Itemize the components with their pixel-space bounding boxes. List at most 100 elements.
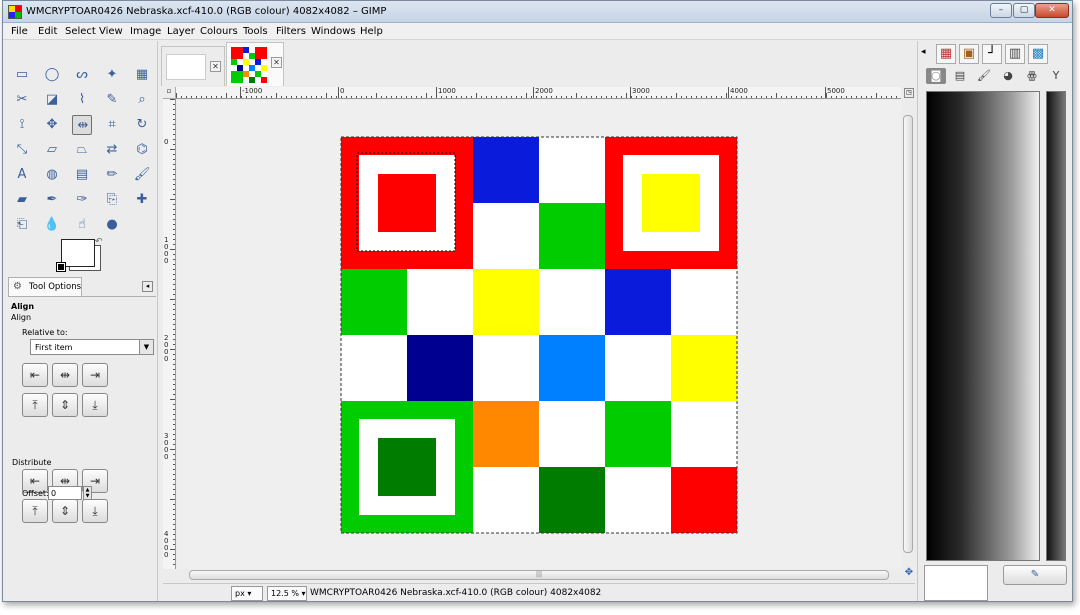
brush-subtab-icon[interactable]: 🖌: [974, 68, 994, 84]
paths-tool[interactable]: ⌇: [72, 90, 92, 110]
menu-filters[interactable]: Filters: [276, 26, 306, 37]
close-icon[interactable]: ✕: [210, 61, 221, 72]
zoom-toggle-icon[interactable]: ◳: [904, 88, 914, 98]
layers-subtab-icon[interactable]: ◙: [926, 68, 946, 84]
menu-layer[interactable]: Layer: [167, 26, 195, 37]
close-icon[interactable]: ✕: [271, 57, 282, 68]
align-top-edge-icon[interactable]: ⤒: [22, 393, 48, 417]
minimize-button[interactable]: –: [990, 3, 1012, 18]
offset-stepper[interactable]: ▲ ▼: [83, 486, 92, 500]
ellipse-select-tool[interactable]: ◯: [42, 65, 62, 85]
menu-image[interactable]: Image: [130, 26, 161, 37]
gradients-tab-icon[interactable]: ▥: [1005, 44, 1025, 64]
rotate-tool[interactable]: ↻: [132, 115, 152, 135]
free-select-tool[interactable]: ᔕ: [72, 65, 92, 85]
color-picker-tool[interactable]: ✎: [102, 90, 122, 110]
flip-tool[interactable]: ⇄: [102, 140, 122, 160]
menu-edit[interactable]: Edit: [38, 26, 57, 37]
zoom-tool[interactable]: ⌕: [132, 90, 152, 110]
unit-dropdown[interactable]: px ▾: [231, 586, 263, 601]
align-right-edge-icon[interactable]: ⇥: [82, 363, 108, 387]
smudge-tool[interactable]: ☝: [72, 215, 92, 235]
maximize-button[interactable]: ▢: [1013, 3, 1035, 18]
distribute-bottom-edges-icon[interactable]: ⤓: [82, 499, 108, 523]
close-button[interactable]: ✕: [1035, 3, 1069, 18]
relative-to-dropdown[interactable]: First item ▼: [30, 339, 154, 355]
blend-tool[interactable]: ▤: [72, 165, 92, 185]
cage-transform-tool[interactable]: ⌬: [132, 140, 152, 160]
align-left-edge-icon[interactable]: ⇤: [22, 363, 48, 387]
align-tool[interactable]: ⇹: [72, 115, 92, 135]
scissors-select-tool[interactable]: ✂: [12, 90, 32, 110]
menu-help[interactable]: Help: [360, 26, 383, 37]
distribute-top-edges-icon[interactable]: ⤒: [22, 499, 48, 523]
dodge-burn-tool[interactable]: ●: [102, 215, 122, 235]
crop-tool[interactable]: ⌗: [102, 115, 122, 135]
channels-subtab-icon[interactable]: ▤: [950, 68, 970, 84]
menu-colours[interactable]: Colours: [200, 26, 238, 37]
dock-edit-button[interactable]: ✎: [1003, 565, 1067, 585]
horizontal-ruler[interactable]: -1000 0 1000 2000 3000 4000 5000: [176, 87, 901, 99]
image-artwork[interactable]: [177, 100, 901, 569]
fuzzy-select-tool[interactable]: ✦: [102, 65, 122, 85]
scale-tool[interactable]: ⤡: [12, 140, 32, 160]
color-subtab-icon[interactable]: ◕: [998, 68, 1018, 84]
horizontal-scrollbar[interactable]: |||: [189, 570, 889, 580]
offset-field[interactable]: 0: [48, 486, 82, 500]
chevron-down-icon[interactable]: ▼: [139, 340, 153, 354]
blur-sharpen-tool[interactable]: 💧: [42, 215, 62, 235]
airbrush-tool[interactable]: ✒: [42, 190, 62, 210]
menu-view[interactable]: View: [99, 26, 123, 37]
paths-tab-icon[interactable]: ┘: [982, 44, 1002, 64]
vertical-ruler[interactable]: 0 1000 2000 3000 4000: [163, 99, 176, 569]
move-tool[interactable]: ✥: [42, 115, 62, 135]
foreground-select-tool[interactable]: ◪: [42, 90, 62, 110]
text-tool[interactable]: A: [12, 165, 32, 185]
bucket-fill-tool[interactable]: ◍: [42, 165, 62, 185]
patterns-tab-icon[interactable]: ▦: [936, 44, 956, 64]
navigate-icon[interactable]: ✥: [903, 567, 915, 579]
quick-mask-toggle[interactable]: ▫: [163, 87, 176, 99]
perspective-clone-tool[interactable]: ⎗: [12, 215, 32, 235]
menu-file[interactable]: File: [11, 26, 28, 37]
image-canvas[interactable]: [177, 100, 901, 569]
align-bottom-edge-icon[interactable]: ⤓: [82, 393, 108, 417]
menu-tools[interactable]: Tools: [243, 26, 268, 37]
eraser-tool[interactable]: ▰: [12, 190, 32, 210]
image-tab-nebraska[interactable]: ✕: [226, 42, 284, 86]
fonts-subtab-icon[interactable]: ꙮ: [1022, 68, 1042, 84]
dock-menu-button[interactable]: ◂: [142, 281, 153, 292]
tab-tool-options[interactable]: ⚙ Tool Options: [8, 277, 82, 296]
shear-tool[interactable]: ▱: [42, 140, 62, 160]
ink-tool[interactable]: ✑: [72, 190, 92, 210]
menu-select[interactable]: Select: [65, 26, 96, 37]
swap-colors-icon[interactable]: ↶: [95, 237, 103, 247]
distribute-centers-vertical-icon[interactable]: ⇕: [52, 499, 78, 523]
vertical-scrollbar[interactable]: [903, 115, 913, 553]
horizontal-scroll-thumb[interactable]: |||: [189, 570, 889, 580]
vertical-scroll-thumb[interactable]: [903, 115, 913, 553]
align-middle-horizontal-icon[interactable]: ⇕: [52, 393, 78, 417]
gradient-list[interactable]: [1046, 91, 1066, 561]
select-by-color-tool[interactable]: ▦: [132, 65, 152, 85]
gradient-preview[interactable]: [926, 91, 1040, 561]
clone-tool[interactable]: ⎘: [102, 190, 122, 210]
align-center-vertical-icon[interactable]: ⇹: [52, 363, 78, 387]
dock-scroll-left-icon[interactable]: ◂: [921, 47, 926, 57]
zoom-dropdown[interactable]: 12.5 % ▾: [267, 586, 307, 601]
perspective-tool[interactable]: ⏢: [72, 140, 92, 160]
dodge-burn-icon: ●: [106, 217, 118, 232]
paintbrush-tool[interactable]: 🖌: [132, 165, 152, 185]
brushes-tab-icon[interactable]: ▣: [959, 44, 979, 64]
rect-select-tool[interactable]: ▭: [12, 65, 32, 85]
pencil-tool[interactable]: ✏: [102, 165, 122, 185]
heal-tool[interactable]: ✚: [132, 190, 152, 210]
measure-tool[interactable]: ⟟: [12, 115, 32, 135]
image-tab-blank[interactable]: ✕: [161, 46, 225, 86]
move-icon: ✥: [46, 117, 58, 132]
foreground-color-swatch[interactable]: [61, 239, 95, 267]
default-colors-icon[interactable]: [56, 262, 66, 272]
history-subtab-icon[interactable]: Y: [1046, 68, 1066, 84]
menu-windows[interactable]: Windows: [311, 26, 356, 37]
palettes-tab-icon[interactable]: ▩: [1028, 44, 1048, 64]
